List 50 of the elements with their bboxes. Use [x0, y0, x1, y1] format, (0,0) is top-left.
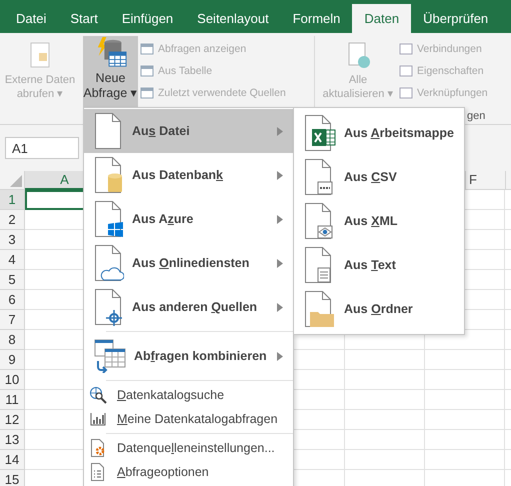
menu-item[interactable]: Aus Onlinediensten: [84, 241, 293, 285]
ribbon-tab[interactable]: Daten: [352, 4, 412, 33]
ribbon-tab[interactable]: Start: [58, 4, 110, 33]
document-list-icon: [89, 463, 107, 481]
document-gear-icon: [89, 439, 107, 457]
menu-item[interactable]: Aus Ordner: [294, 287, 464, 331]
row-header[interactable]: 5: [0, 270, 25, 290]
new-query-button[interactable]: Neue Abfrage ▾: [83, 36, 138, 108]
search-icon: [89, 386, 107, 404]
table-icon: [140, 42, 154, 56]
row-header[interactable]: 10: [0, 370, 25, 390]
column-header[interactable]: F: [466, 171, 506, 190]
menu-item[interactable]: Aus Azure: [84, 197, 293, 241]
table-icon: [140, 64, 154, 78]
group-label: gen: [467, 110, 486, 122]
ribbon-tab[interactable]: Datei: [4, 4, 58, 33]
name-box[interactable]: A1: [5, 137, 79, 159]
table-merge-icon: [94, 339, 126, 373]
row-header[interactable]: 11: [0, 390, 25, 410]
folder-icon: [304, 290, 336, 328]
select-all-icon: [10, 175, 22, 187]
menu-item[interactable]: Aus XML: [294, 199, 464, 243]
row-header[interactable]: 14: [0, 450, 25, 470]
menu-item[interactable]: Aus Arbeitsmappe: [294, 111, 464, 155]
row-header[interactable]: 2: [0, 210, 25, 230]
menu-item[interactable]: Datenkatalogsuche: [84, 383, 293, 407]
row-header[interactable]: 6: [0, 290, 25, 310]
row-header[interactable]: 9: [0, 350, 25, 370]
ribbon-tab[interactable]: Seitenlayout: [185, 4, 281, 33]
menu-item[interactable]: Aus Text: [294, 243, 464, 287]
row-header[interactable]: 1: [0, 190, 25, 210]
spreadsheet-file-icon: [304, 114, 336, 152]
menu-item[interactable]: Aus anderen Quellen: [84, 285, 293, 329]
ribbon-tab[interactable]: Einfügen: [110, 4, 186, 33]
row-header[interactable]: 8: [0, 330, 25, 350]
menu-item[interactable]: Aus Datei: [84, 109, 293, 153]
menu-item[interactable]: Abfrageoptionen: [84, 460, 293, 484]
ribbon-tab[interactable]: Überprüfen: [411, 4, 500, 33]
menu-item[interactable]: Abfragen kombinieren: [84, 334, 293, 378]
bar-chart-icon: [89, 410, 107, 428]
row-header[interactable]: 7: [0, 310, 25, 330]
row-header[interactable]: 15: [0, 470, 25, 486]
menu-item[interactable]: Datenquelleneinstellungen...: [84, 436, 293, 460]
row-header[interactable]: 13: [0, 430, 25, 450]
row-header[interactable]: 4: [0, 250, 25, 270]
row-header[interactable]: 12: [0, 410, 25, 430]
ribbon-tab[interactable]: Formeln: [280, 4, 352, 33]
menu-item[interactable]: Meine Datenkatalogabfragen: [84, 407, 293, 431]
row-header[interactable]: 3: [0, 230, 25, 250]
menu-item[interactable]: Aus CSV: [294, 155, 464, 199]
